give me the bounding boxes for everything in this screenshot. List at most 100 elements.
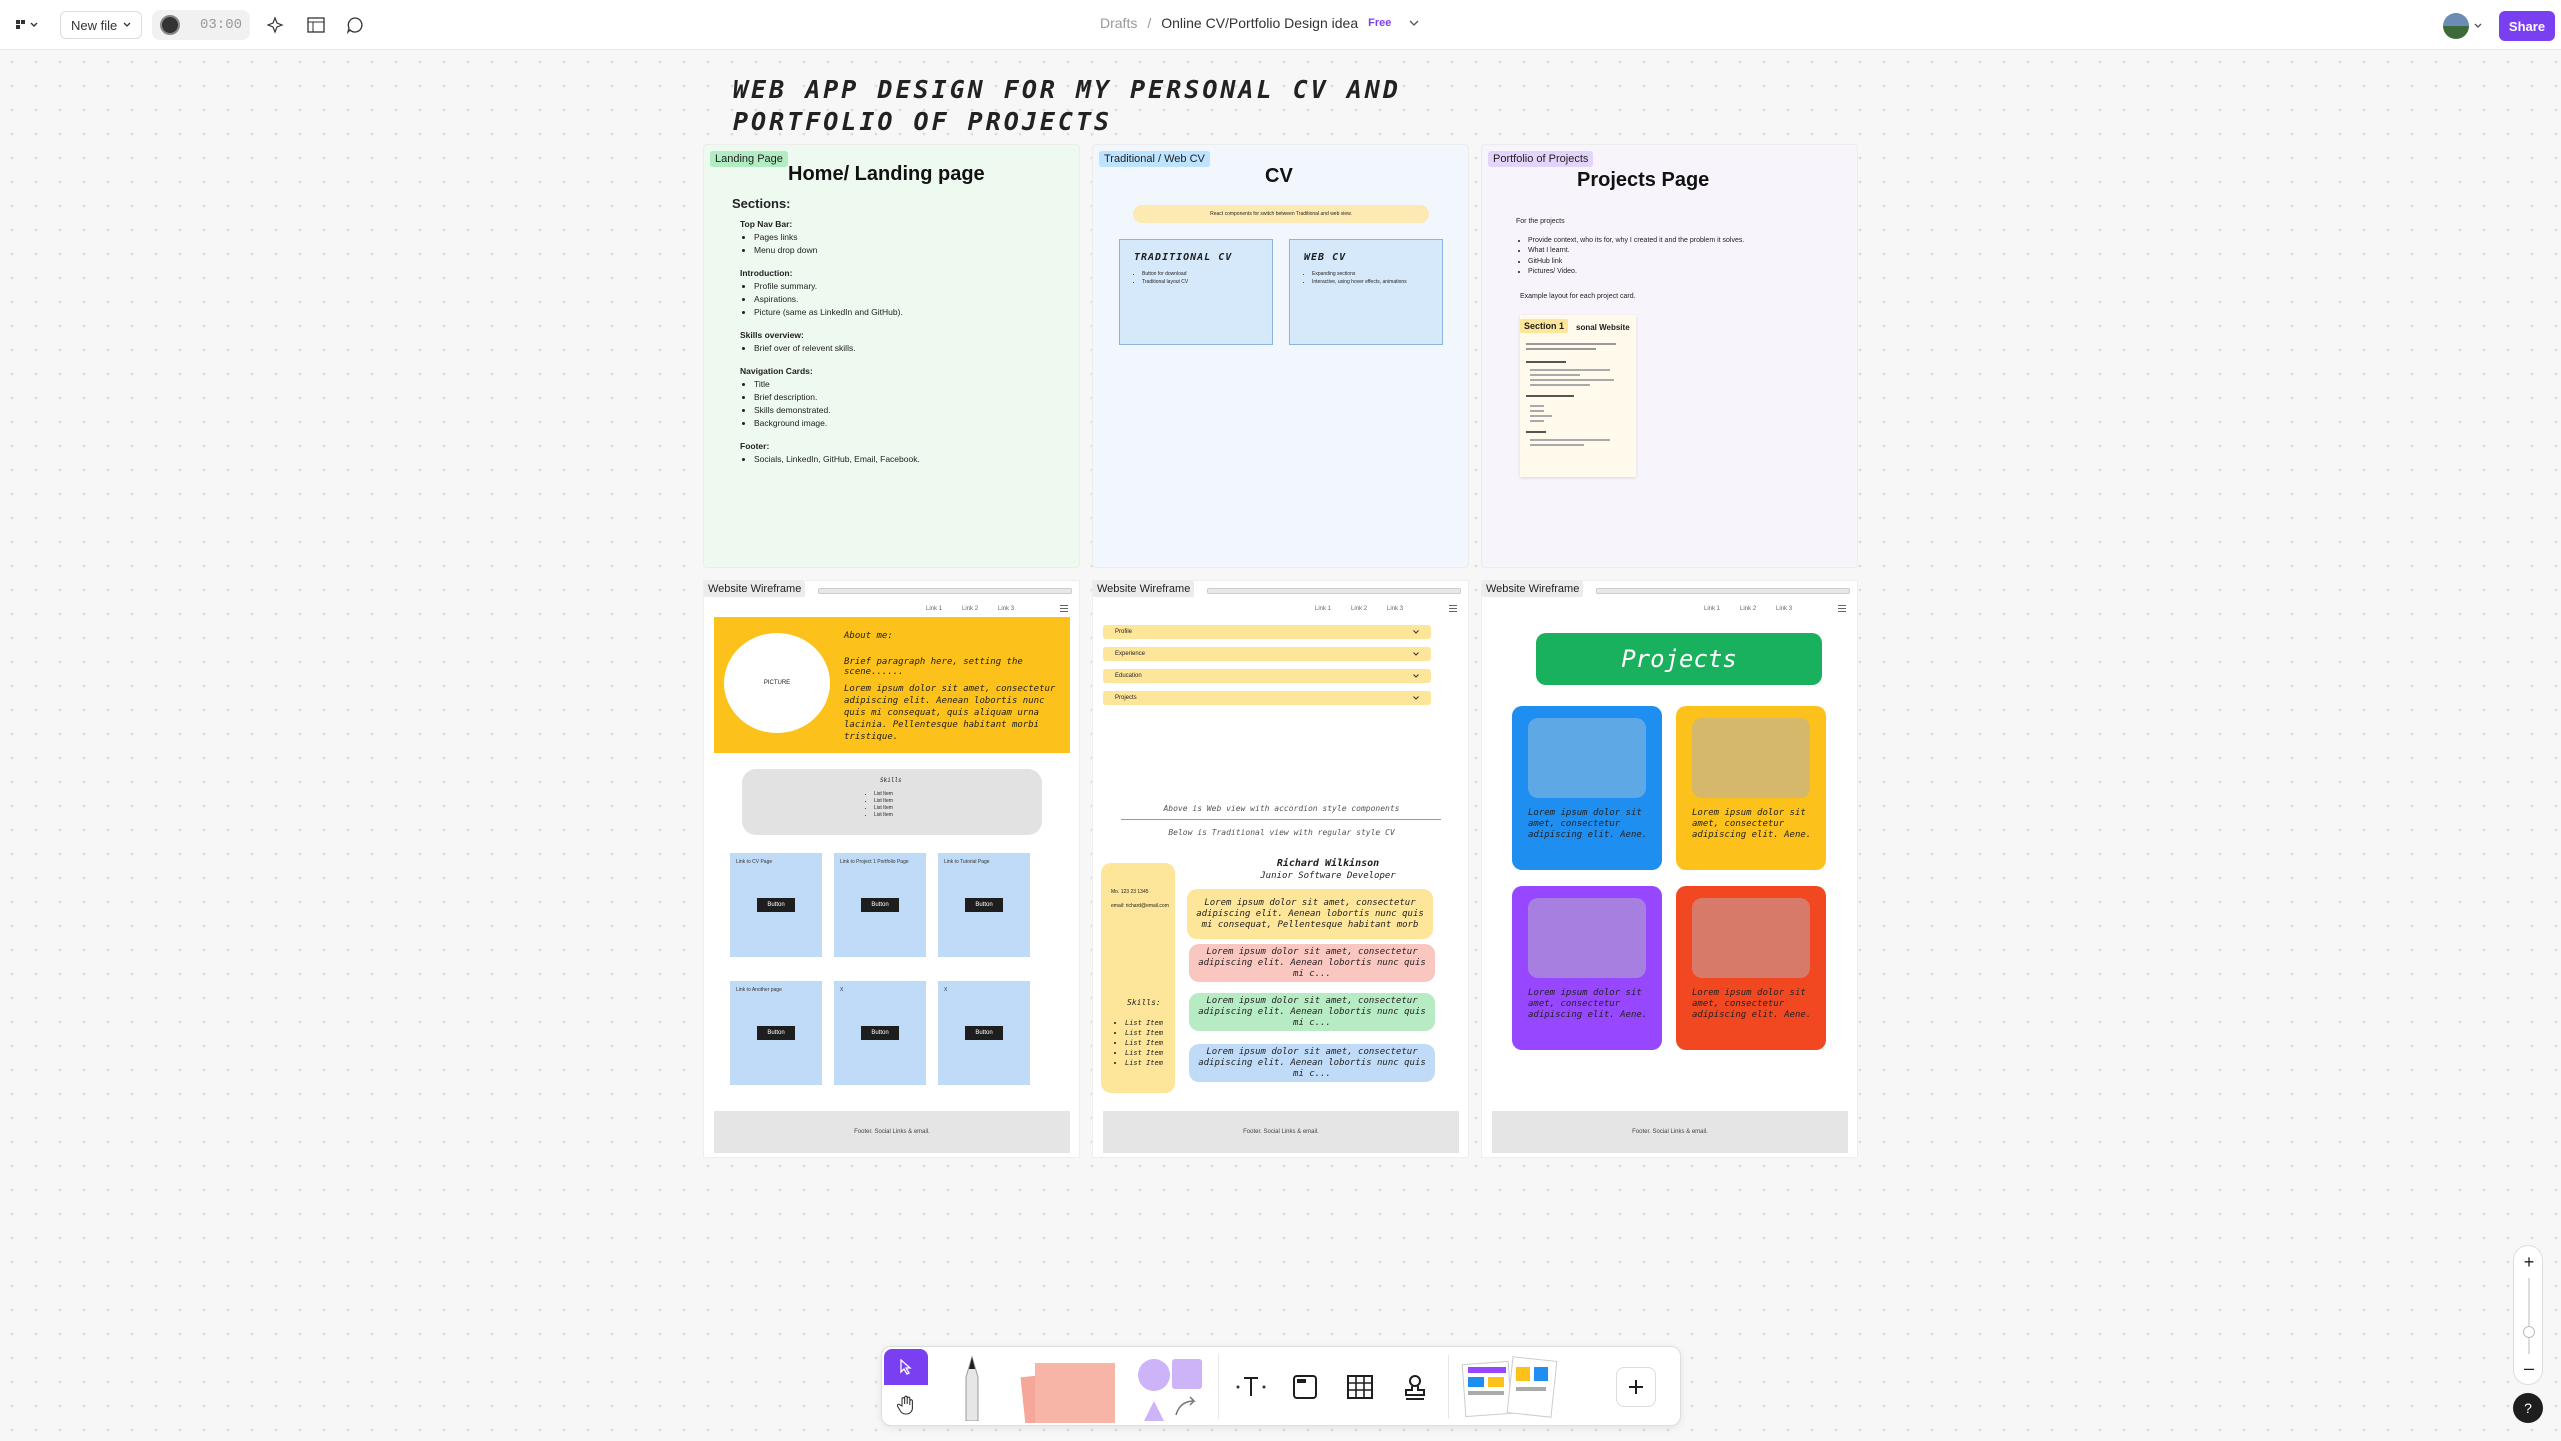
landing-notes[interactable]: Sections: Top Nav Bar: Pages linksMenu dr… bbox=[732, 197, 1052, 476]
skill-item: List Item bbox=[874, 791, 893, 798]
project-card[interactable]: Lorem ipsum dolor sit amet, consectetur … bbox=[1676, 886, 1826, 1050]
hand-tool[interactable] bbox=[884, 1387, 928, 1423]
chevron-down-icon[interactable] bbox=[1409, 20, 1419, 26]
navigation-card-button[interactable]: Button bbox=[861, 898, 899, 912]
text-tool[interactable] bbox=[1229, 1365, 1273, 1409]
cv-sidebar[interactable]: Mo. 123 23 1345 email: richard@email.com… bbox=[1101, 863, 1175, 1093]
accordion-item[interactable]: Education bbox=[1103, 669, 1431, 683]
board-title[interactable]: WEB APP DESIGN FOR MY PERSONAL CV AND PO… bbox=[733, 74, 1433, 138]
wireframe-cv[interactable]: Website Wireframe Link 1 Link 2 Link 3 P… bbox=[1092, 580, 1469, 1158]
footer[interactable]: Footer. Social Links & email. bbox=[1103, 1111, 1459, 1153]
accordion-item[interactable]: Profile bbox=[1103, 625, 1431, 639]
wireframe-tag[interactable]: Website Wireframe bbox=[1093, 581, 1195, 597]
templates-tool[interactable] bbox=[1460, 1355, 1560, 1421]
card-title: sonal Website bbox=[1576, 323, 1630, 332]
move-tool[interactable] bbox=[884, 1349, 928, 1385]
table-tool[interactable] bbox=[1338, 1365, 1382, 1409]
navigation-card-button[interactable]: Button bbox=[965, 1026, 1003, 1040]
zoom-slider-track[interactable] bbox=[2528, 1278, 2530, 1354]
section-tag[interactable]: Traditional / Web CV bbox=[1099, 151, 1210, 167]
cv-content-block[interactable]: Lorem ipsum dolor sit amet, consectetur … bbox=[1189, 1044, 1435, 1082]
example-project-card[interactable]: Section 1 sonal Website bbox=[1520, 315, 1636, 477]
hamburger-icon[interactable] bbox=[1060, 605, 1068, 612]
hamburger-icon[interactable] bbox=[1449, 605, 1457, 612]
nav-link[interactable]: Link 3 bbox=[1776, 606, 1792, 612]
breadcrumb-drafts[interactable]: Drafts bbox=[1100, 15, 1137, 31]
wireframe-tag[interactable]: Website Wireframe bbox=[704, 581, 806, 597]
skills-title: Skills bbox=[880, 777, 902, 784]
stamp-tool[interactable] bbox=[1393, 1365, 1437, 1409]
nav-link[interactable]: Link 1 bbox=[1315, 606, 1331, 612]
skills-overview[interactable]: Skills List ItemList ItemList ItemList I… bbox=[742, 769, 1042, 835]
file-name[interactable]: Online CV/Portfolio Design idea bbox=[1161, 15, 1358, 31]
timer-button[interactable]: 03:00 bbox=[152, 10, 250, 40]
section-cv[interactable]: Traditional / Web CV CV React components… bbox=[1092, 144, 1469, 568]
footer[interactable]: Footer. Social Links & email. bbox=[1492, 1111, 1848, 1153]
web-cv-card[interactable]: WEB CV Expanding sectionsInteractive, us… bbox=[1289, 239, 1443, 345]
chevron-down-icon[interactable] bbox=[2474, 23, 2482, 29]
section-tag[interactable]: Portfolio of Projects bbox=[1488, 151, 1594, 167]
switch-note[interactable]: React components for switch between Trad… bbox=[1133, 205, 1429, 223]
plan-badge: Free bbox=[1368, 17, 1392, 29]
projects-banner[interactable]: Projects bbox=[1536, 633, 1822, 685]
projects-notes[interactable]: For the projects Provide context, who it… bbox=[1516, 217, 1816, 302]
navigation-card[interactable]: Link to Project 1 Portfolio Page Button bbox=[834, 853, 926, 957]
main-menu-button[interactable] bbox=[10, 13, 44, 37]
navigation-card-button[interactable]: Button bbox=[861, 1026, 899, 1040]
zoom-in-button[interactable]: + bbox=[2514, 1250, 2544, 1274]
cv-content-block[interactable]: Lorem ipsum dolor sit amet, consectetur … bbox=[1189, 944, 1435, 982]
sticky-note-tool[interactable] bbox=[1014, 1359, 1124, 1423]
nav-link[interactable]: Link 3 bbox=[998, 606, 1014, 612]
wireframe-tag[interactable]: Website Wireframe bbox=[1482, 581, 1584, 597]
comment-icon bbox=[346, 17, 363, 34]
comments-button[interactable] bbox=[342, 13, 368, 37]
about-hero[interactable]: PICTURE About me: Brief paragraph here, … bbox=[714, 617, 1070, 753]
navigation-card-button[interactable]: Button bbox=[757, 898, 795, 912]
card-tag: Section 1 bbox=[1520, 319, 1569, 333]
project-card[interactable]: Lorem ipsum dolor sit amet, consectetur … bbox=[1512, 886, 1662, 1050]
navigation-card[interactable]: Link to Tutorial Page Button bbox=[938, 853, 1030, 957]
new-file-button[interactable]: New file bbox=[60, 11, 143, 39]
project-card-text: Lorem ipsum dolor sit amet, consectetur … bbox=[1692, 988, 1812, 1020]
traditional-cv-card[interactable]: TRADITIONAL CV Button for downloadTradit… bbox=[1119, 239, 1273, 345]
help-button[interactable]: ? bbox=[2513, 1393, 2543, 1423]
navigation-card[interactable]: X Button bbox=[834, 981, 926, 1085]
accordion-item[interactable]: Experience bbox=[1103, 647, 1431, 661]
marker-tool[interactable] bbox=[952, 1353, 992, 1423]
hamburger-icon[interactable] bbox=[1838, 605, 1846, 612]
project-card[interactable]: Lorem ipsum dolor sit amet, consectetur … bbox=[1676, 706, 1826, 870]
navigation-card[interactable]: X Button bbox=[938, 981, 1030, 1085]
section-landing-page[interactable]: Landing Page Home/ Landing page Sections… bbox=[703, 144, 1080, 568]
nav-link[interactable]: Link 2 bbox=[962, 606, 978, 612]
more-tools-button[interactable] bbox=[1616, 1367, 1656, 1407]
navigation-card-button[interactable]: Button bbox=[965, 898, 1003, 912]
avatar[interactable] bbox=[2443, 13, 2469, 39]
navigation-card[interactable]: Link to Another page Button bbox=[730, 981, 822, 1085]
navigation-card[interactable]: Link to CV Page Button bbox=[730, 853, 822, 957]
nav-link[interactable]: Link 3 bbox=[1387, 606, 1403, 612]
project-card[interactable]: Lorem ipsum dolor sit amet, consectetur … bbox=[1512, 706, 1662, 870]
shapes-tool[interactable] bbox=[1136, 1355, 1208, 1423]
zoom-out-button[interactable]: – bbox=[2514, 1356, 2544, 1380]
note-item: Background image. bbox=[754, 417, 1052, 430]
cv-content-block[interactable]: Lorem ipsum dolor sit amet, consectetur … bbox=[1189, 993, 1435, 1031]
accordion-item[interactable]: Projects bbox=[1103, 691, 1431, 705]
footer[interactable]: Footer. Social Links & email. bbox=[714, 1111, 1070, 1153]
ai-sparkle-button[interactable] bbox=[263, 13, 289, 37]
section-tool[interactable] bbox=[1283, 1365, 1327, 1409]
zoom-slider-handle[interactable] bbox=[2523, 1326, 2535, 1338]
nav-link[interactable]: Link 1 bbox=[926, 606, 942, 612]
section-projects[interactable]: Portfolio of Projects Projects Page For … bbox=[1481, 144, 1858, 568]
timer-value: 03:00 bbox=[199, 17, 242, 33]
wireframe-projects[interactable]: Website Wireframe Link 1 Link 2 Link 3 P… bbox=[1481, 580, 1858, 1158]
section-title: CV bbox=[1265, 165, 1293, 187]
nav-link[interactable]: Link 2 bbox=[1351, 606, 1367, 612]
layout-button[interactable] bbox=[303, 13, 329, 37]
share-button[interactable]: Share bbox=[2499, 11, 2555, 41]
navigation-card-button[interactable]: Button bbox=[757, 1026, 795, 1040]
cv-content-block[interactable]: Lorem ipsum dolor sit amet, consectetur … bbox=[1187, 889, 1433, 939]
section-tag[interactable]: Landing Page bbox=[710, 151, 788, 167]
wireframe-home[interactable]: Website Wireframe Link 1 Link 2 Link 3 P… bbox=[703, 580, 1080, 1158]
nav-link[interactable]: Link 1 bbox=[1704, 606, 1720, 612]
nav-link[interactable]: Link 2 bbox=[1740, 606, 1756, 612]
